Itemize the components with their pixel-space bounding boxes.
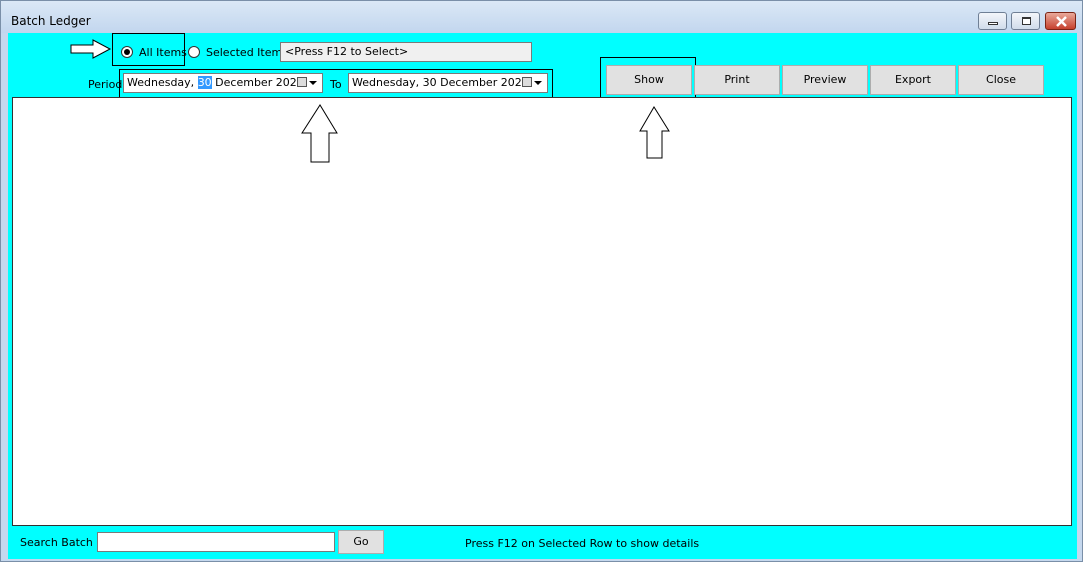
close-window-button[interactable] (1045, 12, 1076, 30)
ledger-results-panel[interactable] (12, 97, 1072, 526)
period-from-date[interactable]: Wednesday, 30 December 2020 (123, 73, 323, 93)
restore-icon (1022, 17, 1031, 25)
chevron-down-icon[interactable] (534, 81, 542, 85)
all-items-label[interactable]: All Items (139, 46, 187, 59)
selected-item-radio[interactable] (188, 46, 200, 58)
batch-ledger-window: Batch Ledger All Items Selected Item <Pr… (0, 0, 1083, 562)
from-date-weekday: Wednesday, (127, 76, 198, 89)
period-to-date[interactable]: Wednesday, 30 December 2020 (348, 73, 548, 93)
outline-arrow-icon (639, 106, 670, 159)
footer-hint: Press F12 on Selected Row to show detail… (465, 537, 700, 550)
chevron-down-icon[interactable] (309, 81, 317, 85)
close-icon (1056, 16, 1067, 27)
ledger-form: All Items Selected Item <Press F12 to Se… (8, 33, 1077, 559)
to-label: To (330, 78, 342, 91)
outline-arrow-icon (70, 39, 112, 59)
item-select-field[interactable]: <Press F12 to Select> (280, 42, 532, 62)
show-button[interactable]: Show (606, 65, 692, 95)
export-button[interactable]: Export (870, 65, 956, 95)
close-button[interactable]: Close (958, 65, 1044, 95)
window-title: Batch Ledger (11, 14, 91, 28)
outline-arrow-icon (301, 104, 338, 163)
calendar-icon[interactable] (522, 77, 532, 87)
minimize-button[interactable] (978, 12, 1007, 30)
title-bar: Batch Ledger (1, 1, 1082, 33)
search-batch-input[interactable] (97, 532, 335, 552)
from-date-month-year: December 2020 (211, 76, 304, 89)
to-date-value: Wednesday, 30 December 2020 (352, 76, 529, 89)
calendar-icon[interactable] (297, 77, 307, 87)
search-batch-label: Search Batch : (20, 536, 101, 549)
print-button[interactable]: Print (694, 65, 780, 95)
restore-button[interactable] (1011, 12, 1040, 30)
period-label: Period (88, 78, 123, 91)
all-items-radio[interactable] (121, 46, 133, 58)
preview-button[interactable]: Preview (782, 65, 868, 95)
from-date-day: 30 (197, 76, 212, 89)
selected-item-label[interactable]: Selected Item (206, 46, 282, 59)
go-button[interactable]: Go (338, 530, 384, 554)
minimize-icon (988, 22, 998, 25)
